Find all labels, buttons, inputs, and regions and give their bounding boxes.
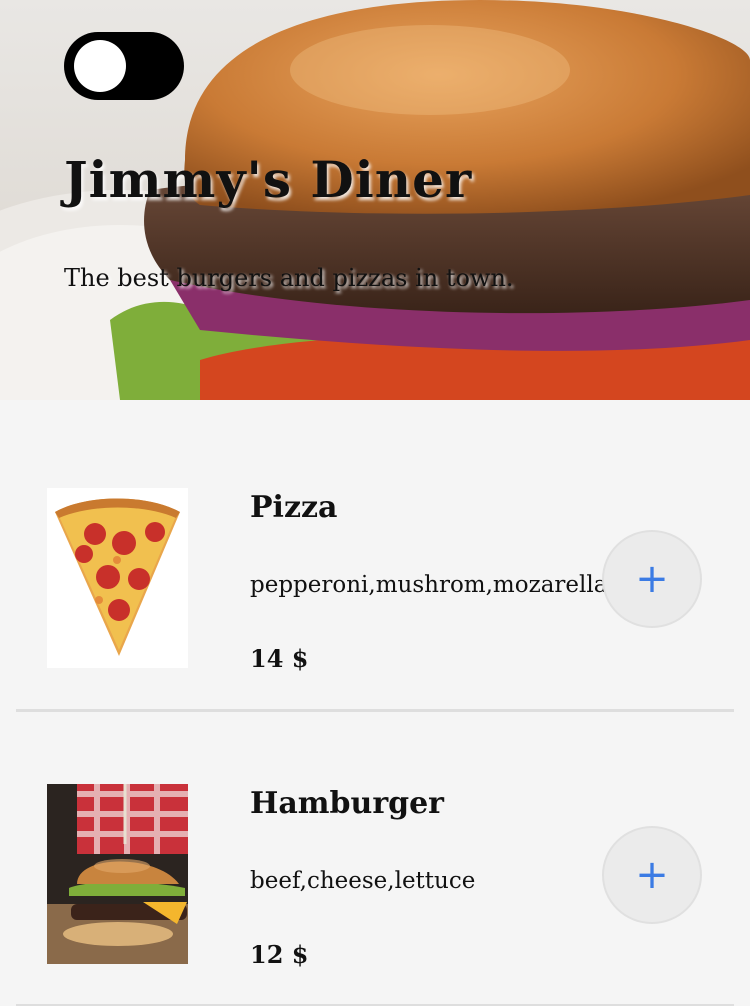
item-price: 12 $: [250, 940, 309, 969]
pizza-slice-image: [47, 488, 188, 668]
hero-banner: Jimmy's Diner The best burgers and pizza…: [0, 0, 750, 400]
restaurant-tagline: The best burgers and pizzas in town.: [64, 264, 514, 292]
item-name: Pizza: [250, 490, 338, 525]
theme-toggle[interactable]: [64, 32, 184, 100]
item-name: Hamburger: [250, 786, 444, 821]
restaurant-title: Jimmy's Diner: [64, 150, 473, 209]
plus-icon: +: [635, 556, 669, 602]
menu-item-pizza: Pizza pepperoni,mushrom,mozarella 14 $ +: [0, 400, 750, 696]
menu-list: Pizza pepperoni,mushrom,mozarella 14 $ +: [0, 400, 750, 1006]
add-pizza-button[interactable]: +: [602, 530, 702, 628]
item-ingredients: pepperoni,mushrom,mozarella: [250, 572, 608, 598]
item-ingredients: beef,cheese,lettuce: [250, 868, 476, 894]
menu-item-hamburger: Hamburger beef,cheese,lettuce 12 $ +: [0, 696, 750, 992]
toggle-knob: [74, 40, 126, 92]
add-hamburger-button[interactable]: +: [602, 826, 702, 924]
item-price: 14 $: [250, 644, 309, 673]
plus-icon: +: [635, 852, 669, 898]
hamburger-image: [47, 784, 188, 964]
